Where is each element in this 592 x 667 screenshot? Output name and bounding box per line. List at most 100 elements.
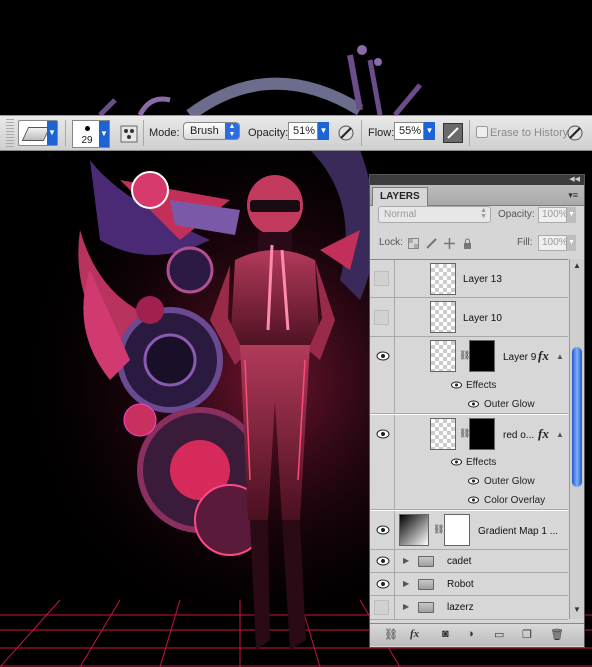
divider	[394, 337, 395, 376]
visibility-toggle[interactable]	[374, 271, 389, 286]
mode-dropdown[interactable]: Brush ▲ ▼	[183, 122, 240, 140]
layers-scrollbar[interactable]: ▲ ▼	[569, 259, 584, 619]
chevron-down-icon[interactable]: ▼	[567, 235, 576, 251]
effect-row[interactable]: Color Overlay	[370, 491, 568, 510]
layer-row[interactable]: Layer 13	[370, 260, 568, 298]
eye-icon[interactable]	[468, 400, 479, 408]
visibility-toggle[interactable]	[374, 310, 389, 325]
lock-position-icon[interactable]	[444, 238, 455, 249]
layer-row[interactable]: ⛓ Layer 9 fx ▲	[370, 337, 568, 376]
brush-panel-toggle-icon[interactable]	[120, 125, 138, 143]
layer-row[interactable]: ⛓ red o... fx ▲	[370, 415, 568, 453]
options-bar-grip[interactable]	[6, 119, 14, 147]
layer-row[interactable]: Layer 10	[370, 298, 568, 337]
expand-triangle-icon[interactable]: ▶	[403, 602, 409, 611]
folder-icon	[418, 556, 434, 567]
fx-icon[interactable]: fx	[538, 348, 549, 364]
eye-icon[interactable]	[468, 477, 479, 485]
blend-mode-value: Normal	[384, 209, 417, 220]
blend-mode-dropdown[interactable]: Normal ▲ ▼	[378, 206, 491, 223]
link-icon[interactable]: ⛓	[433, 524, 444, 535]
erase-to-history-checkbox[interactable]	[476, 126, 488, 138]
chevron-down-icon[interactable]: ▼	[424, 122, 435, 140]
effects-row[interactable]: Effects	[370, 376, 568, 395]
fill-input[interactable]: 100% ▼	[538, 235, 576, 251]
new-layer-icon[interactable]: ❐	[522, 628, 532, 641]
layer-thumbnail	[430, 340, 456, 372]
eye-icon[interactable]	[451, 381, 462, 389]
effects-label: Effects	[466, 380, 497, 391]
chevron-down-icon[interactable]: ▼	[567, 207, 576, 223]
new-group-icon[interactable]: ▭	[494, 628, 504, 641]
tool-preset-picker[interactable]: ▼	[18, 120, 58, 146]
layer-row[interactable]: ⛓ Gradient Map 1 ...	[370, 511, 568, 550]
chevron-down-icon: ▼	[47, 121, 57, 145]
flow-label: Flow:	[368, 127, 395, 139]
eye-icon[interactable]	[376, 556, 390, 566]
eye-icon[interactable]	[376, 429, 390, 439]
layers-list: Layer 13 Layer 10 ⛓ Layer 9 fx ▲ Effects	[370, 259, 568, 620]
lock-image-icon[interactable]	[426, 238, 437, 249]
effects-label: Effects	[466, 457, 497, 468]
tool-options-bar: ▼ 29 ▼ Mode: Brush ▲ ▼ Opacity: 51% ▼ Flo…	[0, 115, 592, 151]
effect-row[interactable]: Outer Glow	[370, 395, 568, 414]
divider	[143, 120, 144, 146]
flow-input[interactable]: 55% ▼	[394, 122, 435, 140]
layer-mask-thumbnail[interactable]	[469, 340, 495, 372]
airbrush-icon[interactable]	[443, 123, 463, 143]
eye-icon[interactable]	[376, 579, 390, 589]
layer-mask-thumbnail[interactable]	[469, 418, 495, 450]
lock-all-icon[interactable]	[462, 238, 473, 249]
divider	[394, 298, 395, 336]
scroll-down-icon[interactable]: ▼	[573, 605, 581, 614]
updown-icon: ▲ ▼	[225, 123, 239, 139]
lock-transparent-icon[interactable]	[408, 238, 419, 249]
layer-opacity-input[interactable]: 100% ▼	[538, 207, 576, 223]
panel-tab-row: LAYERS ▾≡	[370, 185, 584, 206]
tablet-pressure-size-icon[interactable]	[566, 124, 584, 142]
divider	[469, 120, 470, 146]
group-row[interactable]: ▶ lazerz	[370, 596, 568, 620]
eye-icon[interactable]	[468, 496, 479, 504]
scrollbar-thumb[interactable]	[572, 347, 582, 487]
layer-mask-thumbnail[interactable]	[444, 514, 470, 546]
layer-name: Gradient Map 1 ...	[478, 526, 559, 537]
link-layers-icon[interactable]: ⛓	[384, 628, 398, 641]
layer-thumbnail	[430, 418, 456, 450]
group-row[interactable]: ▶ Robot	[370, 573, 568, 596]
mode-label: Mode:	[149, 127, 180, 139]
panel-title-bar[interactable]: ◀◀	[370, 175, 584, 185]
layer-thumbnail	[430, 301, 456, 333]
eye-icon[interactable]	[451, 458, 462, 466]
fx-icon[interactable]: fx	[538, 426, 549, 442]
divider	[394, 550, 395, 572]
visibility-toggle[interactable]	[374, 600, 389, 615]
expand-triangle-icon[interactable]: ▶	[403, 579, 409, 588]
collapse-icon[interactable]: ◀◀	[569, 175, 580, 185]
divider	[394, 260, 395, 297]
eye-icon[interactable]	[376, 525, 390, 535]
layer-opacity-label: Opacity:	[498, 209, 535, 220]
effect-row[interactable]: Outer Glow	[370, 472, 568, 491]
lock-row: Lock: Fill: 100% ▼	[370, 234, 584, 256]
add-mask-icon[interactable]: ◙	[442, 628, 449, 640]
expand-triangle-icon[interactable]: ▶	[403, 556, 409, 565]
trash-icon[interactable]: 🗑	[550, 628, 564, 641]
eye-icon[interactable]	[376, 351, 390, 361]
expand-triangle-icon[interactable]: ▲	[556, 430, 564, 439]
scroll-up-icon[interactable]: ▲	[573, 261, 581, 270]
adjustment-layer-icon[interactable]: ◑	[467, 628, 474, 640]
opacity-input[interactable]: 51% ▼	[288, 122, 329, 140]
effects-row[interactable]: Effects	[370, 453, 568, 472]
divider	[394, 376, 395, 395]
expand-triangle-icon[interactable]: ▲	[556, 352, 564, 361]
tab-layers[interactable]: LAYERS	[372, 187, 428, 206]
add-style-icon[interactable]: fx	[410, 628, 419, 640]
chevron-down-icon[interactable]: ▼	[318, 122, 329, 140]
tablet-pressure-opacity-icon[interactable]	[337, 124, 355, 142]
mode-value: Brush	[190, 125, 219, 137]
panel-menu-icon[interactable]: ▾≡	[568, 190, 578, 201]
group-row[interactable]: ▶ cadet	[370, 550, 568, 573]
brush-tip-icon	[85, 126, 90, 131]
brush-preset-picker[interactable]: 29 ▼	[72, 120, 110, 148]
